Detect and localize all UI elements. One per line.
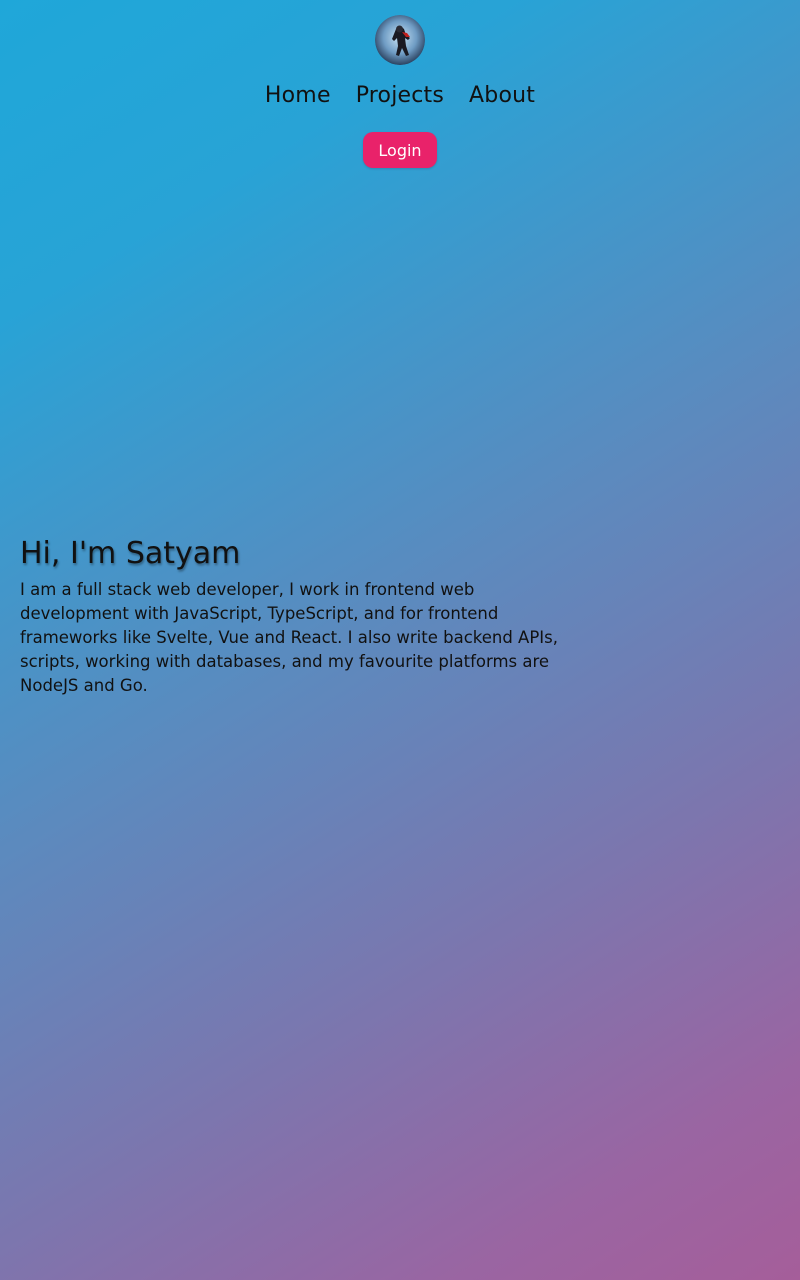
hero-section: Hi, I'm Satyam I am a full stack web dev… [20,534,580,698]
login-button[interactable]: Login [363,132,437,168]
nav-about-link[interactable]: About [469,82,535,110]
hero-heading: Hi, I'm Satyam [20,536,241,571]
astronaut-avatar-icon [375,15,425,65]
site-header: Home Projects About Login [0,15,800,168]
page: Home Projects About Login Hi, I'm Satyam… [0,0,800,1280]
nav-projects-link[interactable]: Projects [356,82,444,110]
nav-home-link[interactable]: Home [265,82,331,110]
avatar[interactable] [375,15,425,65]
hero-description: I am a full stack web developer, I work … [20,580,559,695]
main-nav: Home Projects About [265,82,535,110]
